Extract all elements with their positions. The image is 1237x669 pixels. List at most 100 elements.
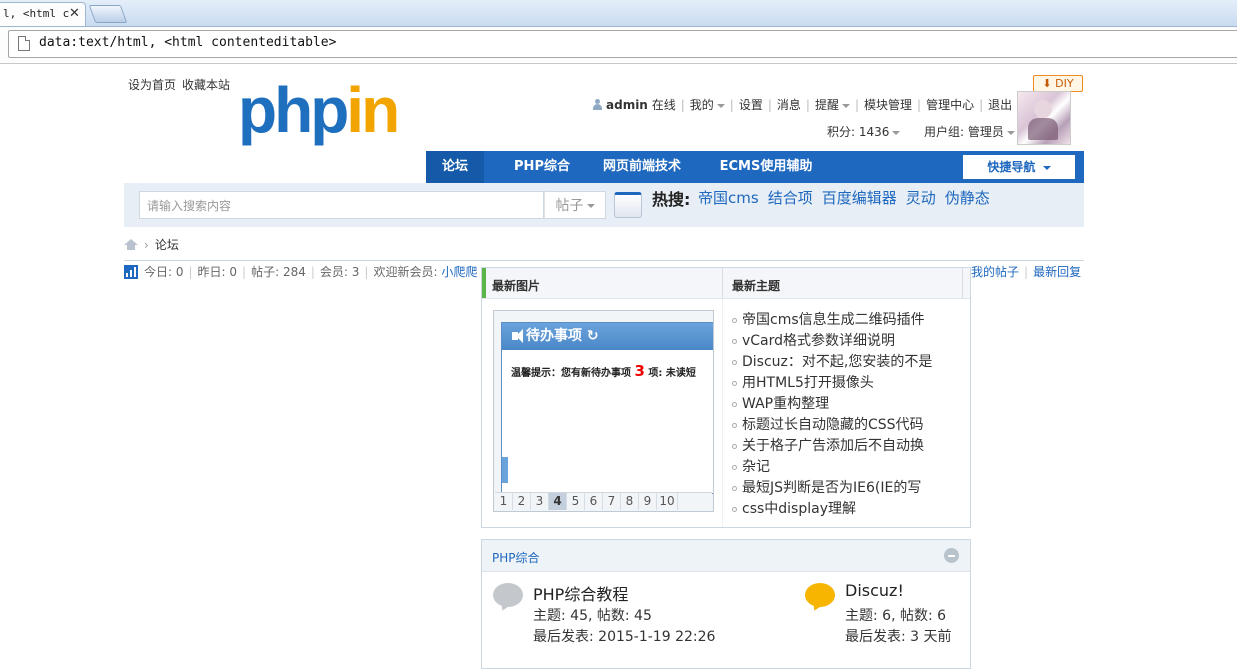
list-item[interactable]: 杂记 — [730, 457, 962, 478]
hot-term-link[interactable]: 灵动 — [906, 189, 936, 207]
online-status: 在线 — [651, 98, 676, 112]
slide-page[interactable]: 9 — [639, 493, 657, 510]
logo-part-in: in — [346, 74, 400, 146]
chevron-down-icon — [1006, 130, 1015, 135]
settings-link[interactable]: 设置 — [739, 98, 763, 112]
slide-page[interactable]: 8 — [621, 493, 639, 510]
list-item[interactable]: 关于格子广告添加后不自动换 — [730, 436, 962, 457]
username-link[interactable]: admin — [606, 98, 648, 112]
url-text[interactable]: data:text/html, <html contenteditable> — [39, 35, 336, 50]
address-bar[interactable]: data:text/html, <html contenteditable> — [8, 30, 1237, 58]
hot-term-link[interactable]: 帝国cms — [698, 189, 759, 207]
welcome-label: 欢迎新会员: — [373, 265, 438, 279]
close-icon[interactable]: ✕ — [69, 6, 80, 21]
reminders-menu[interactable]: 提醒 — [815, 98, 850, 112]
chevron-down-icon — [1042, 165, 1051, 170]
forum-category: PHP综合 PHP综合教程 主题: 45, 帖数: 45 最后发表: 2015-… — [481, 539, 971, 669]
slide-image[interactable]: 待办事项 ↻ 温馨提示：您有新待办事项 3 项: 未读短 — [501, 322, 713, 494]
user-icon — [592, 99, 603, 110]
hot-term-link[interactable]: 百度编辑器 — [822, 189, 897, 207]
search-button[interactable] — [614, 192, 642, 218]
category-title[interactable]: PHP综合 — [492, 549, 540, 566]
chevron-down-icon — [841, 103, 850, 108]
avatar[interactable] — [1017, 91, 1071, 145]
chevron-down-icon — [716, 103, 725, 108]
forum-name-link[interactable]: Discuz! — [845, 581, 904, 600]
slide-page-active[interactable]: 4 — [549, 493, 567, 510]
hot-search-label: 热搜: — [652, 190, 691, 209]
my-menu[interactable]: 我的 — [690, 98, 725, 112]
messages-link[interactable]: 消息 — [777, 98, 801, 112]
hot-search-links: 帝国cms 结合项 百度编辑器 灵动 伪静态 — [698, 187, 999, 208]
slide-page[interactable]: 2 — [513, 493, 531, 510]
latest-topics-title: 最新主题 — [732, 279, 781, 293]
search-type-select[interactable]: 帖子 — [544, 191, 606, 219]
chart-icon — [124, 265, 138, 279]
chevron-down-icon — [892, 130, 901, 135]
module-management-link[interactable]: 模块管理 — [864, 98, 912, 112]
nav-item-forum[interactable]: 论坛 — [426, 151, 484, 183]
slide-page[interactable]: 5 — [567, 493, 585, 510]
latest-replies-link[interactable]: 最新回复 — [1033, 265, 1081, 279]
diy-button[interactable]: ⬇ DIY — [1033, 75, 1083, 92]
page-icon — [18, 36, 30, 51]
logo-part-php: php — [238, 74, 349, 146]
admin-center-link[interactable]: 管理中心 — [926, 98, 974, 112]
hot-term-link[interactable]: 伪静态 — [945, 189, 990, 207]
latest-images-title: 最新图片 — [492, 279, 541, 293]
download-arrow-icon: ⬇ — [1042, 77, 1052, 90]
stats-links: 我的帖子 | 最新回复 — [971, 265, 1082, 279]
logout-link[interactable]: 退出 — [988, 98, 1012, 112]
image-slideshow[interactable]: 待办事项 ↻ 温馨提示：您有新待办事项 3 项: 未读短 1 2 3 4 5 6 7 8 9 10 — [493, 310, 714, 512]
browser-tab[interactable]: l, <html c ✕ — [0, 2, 86, 26]
my-posts-link[interactable]: 我的帖子 — [971, 265, 1019, 279]
site-logo[interactable]: phpin — [238, 78, 400, 142]
slide-page[interactable]: 7 — [603, 493, 621, 510]
bookmark-site-link[interactable]: 收藏本站 — [182, 78, 230, 92]
list-item[interactable]: 帝国cms信息生成二维码插件 — [730, 310, 962, 331]
list-item[interactable]: WAP重构整理 — [730, 394, 962, 415]
browser-tabstrip: l, <html c ✕ — [0, 0, 1237, 27]
search-input[interactable]: 请输入搜索内容 — [139, 191, 544, 219]
panel-header: 最新图片 最新主题 — [482, 268, 970, 299]
slide-page[interactable]: 6 — [585, 493, 603, 510]
breadcrumb-arrow: › — [144, 238, 149, 252]
hot-term-link[interactable]: 结合项 — [768, 189, 813, 207]
tab-title: l, <html c — [3, 7, 70, 20]
slide-page[interactable]: 1 — [495, 493, 513, 510]
user-bar: admin 在线 | 我的 | 设置 | 消息 | 提醒 | 模块管理 | 管理中心 | 退出 — [592, 96, 1012, 113]
stat-members: 会员: 3 — [319, 265, 360, 279]
slide-tip: 温馨提示：您有新待办事项 3 项: 未读短 — [511, 362, 696, 380]
usergroup-menu[interactable]: 用户组: 管理员 — [924, 123, 1015, 140]
slide-page[interactable]: 3 — [531, 493, 549, 510]
chevron-down-icon — [586, 204, 595, 208]
list-item[interactable]: 最短JS判断是否为IE6(IE的写 — [730, 478, 962, 499]
newest-member-link[interactable]: 小爬爬 — [441, 265, 477, 279]
list-item[interactable]: 用HTML5打开摄像头 — [730, 373, 962, 394]
top-links: 设为首页 收藏本站 — [128, 76, 236, 93]
nav-item-ecms[interactable]: ECMS使用辅助 — [691, 151, 841, 183]
browser-toolbar: data:text/html, <html contenteditable> — [0, 27, 1237, 64]
set-homepage-link[interactable]: 设为首页 — [128, 78, 176, 92]
refresh-icon: ↻ — [586, 328, 599, 344]
forum-name-link[interactable]: PHP综合教程 — [533, 581, 628, 605]
new-tab-button[interactable] — [88, 5, 128, 23]
forum-bubble-icon — [493, 583, 523, 607]
list-item[interactable]: 标题过长自动隐藏的CSS代码 — [730, 415, 962, 436]
home-icon[interactable] — [124, 239, 138, 250]
category-header: PHP综合 — [482, 540, 970, 572]
slide-page[interactable]: 10 — [657, 493, 678, 510]
breadcrumb: › 论坛 — [124, 236, 179, 253]
stat-posts: 帖子: 284 — [251, 265, 306, 279]
list-item[interactable]: Discuz：对不起,您安装的不是 — [730, 352, 962, 373]
credits-menu[interactable]: 积分: 1436 — [827, 123, 901, 140]
list-item[interactable]: css中display理解 — [730, 499, 962, 520]
stat-yesterday: 昨日: 0 — [197, 265, 238, 279]
breadcrumb-current[interactable]: 论坛 — [155, 238, 179, 252]
latest-topics-list: 帝国cms信息生成二维码插件 vCard格式参数详细说明 Discuz：对不起,… — [730, 310, 962, 520]
slide-title: 待办事项 ↻ — [502, 323, 713, 350]
list-item[interactable]: vCard格式参数详细说明 — [730, 331, 962, 352]
quick-nav-button[interactable]: 快捷导航 — [963, 155, 1075, 179]
collapse-icon[interactable] — [944, 548, 959, 563]
slide-pager: 1 2 3 4 5 6 7 8 9 10 — [495, 492, 712, 511]
